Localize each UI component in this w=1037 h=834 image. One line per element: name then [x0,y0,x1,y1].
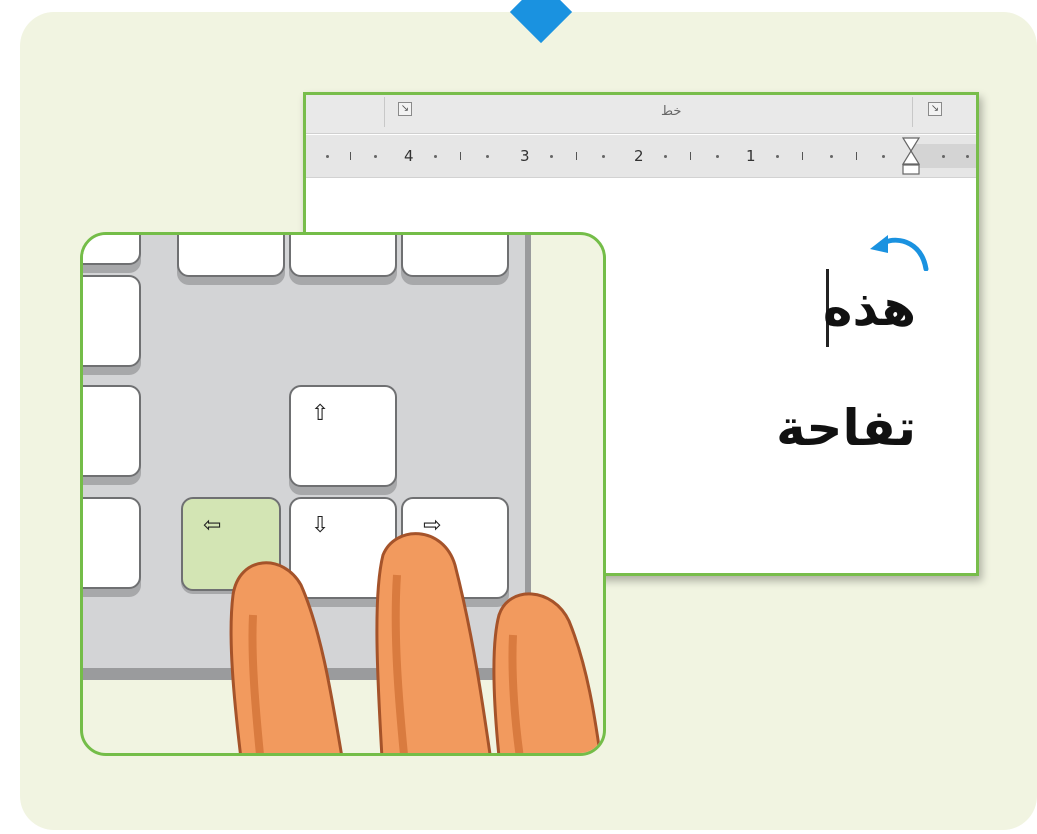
left-arrow-key[interactable]: ⇦ [181,497,281,591]
keyboard-key[interactable] [83,385,141,477]
ruler-number: 2 [634,147,644,165]
ruler-dot [326,155,329,158]
indent-marker-icon[interactable] [902,137,920,175]
font-group-label: خط [661,104,682,119]
down-arrow-icon: ⇩ [311,513,330,538]
move-left-arrow-icon [870,235,929,271]
ribbon: ↘ خط ↘ [306,95,976,134]
down-arrow-key[interactable]: ⇩ [289,497,397,599]
ruler-dot [776,155,779,158]
ruler-dot [486,155,489,158]
ruler-tick [802,152,803,160]
right-arrow-icon: ⇨ [423,513,442,538]
ruler-dot [716,155,719,158]
left-arrow-icon: ⇦ [203,513,222,538]
ruler-number: 4 [404,147,414,165]
ruler-dot [664,155,667,158]
ruler-tick [690,152,691,160]
keyboard-key[interactable] [289,235,397,277]
up-arrow-key[interactable]: ⇧ [289,385,397,487]
pointer-marker-icon [509,0,573,44]
ruler-dot [550,155,553,158]
document-word: هذه [822,279,916,337]
ruler-dot [374,155,377,158]
dialog-launcher-icon[interactable]: ↘ [928,102,942,116]
ruler-tick [576,152,577,160]
keyboard-key[interactable] [177,235,285,277]
ruler-dot [830,155,833,158]
document-word: تفاحة [776,399,916,457]
ruler-dot [602,155,605,158]
ruler-dot [882,155,885,158]
ribbon-divider [384,97,385,127]
ruler-dot [942,155,945,158]
right-arrow-key[interactable]: ⇨ [401,497,509,599]
ruler-number: 3 [520,147,530,165]
keyboard-key[interactable] [83,275,141,367]
ribbon-divider [912,97,913,127]
keyboard-inset: ⇧ ⇦ ⇩ ⇨ [80,232,606,756]
illustration-panel: ↘ خط ↘ 4 3 2 1 هذه تفاحة ⇧ ⇦ ⇩ ⇨ [20,0,1037,830]
up-arrow-icon: ⇧ [311,401,330,426]
ruler-dot [434,155,437,158]
keyboard-key[interactable] [83,497,141,589]
ruler[interactable]: 4 3 2 1 [306,135,976,178]
ruler-dot [966,155,969,158]
ruler-tick [856,152,857,160]
ruler-number: 1 [746,147,756,165]
dialog-launcher-icon[interactable]: ↘ [398,102,412,116]
ruler-track [306,144,910,168]
keyboard-key[interactable] [83,235,141,265]
keyboard-key[interactable] [401,235,509,277]
ruler-tick [460,152,461,160]
ruler-tick [350,152,351,160]
